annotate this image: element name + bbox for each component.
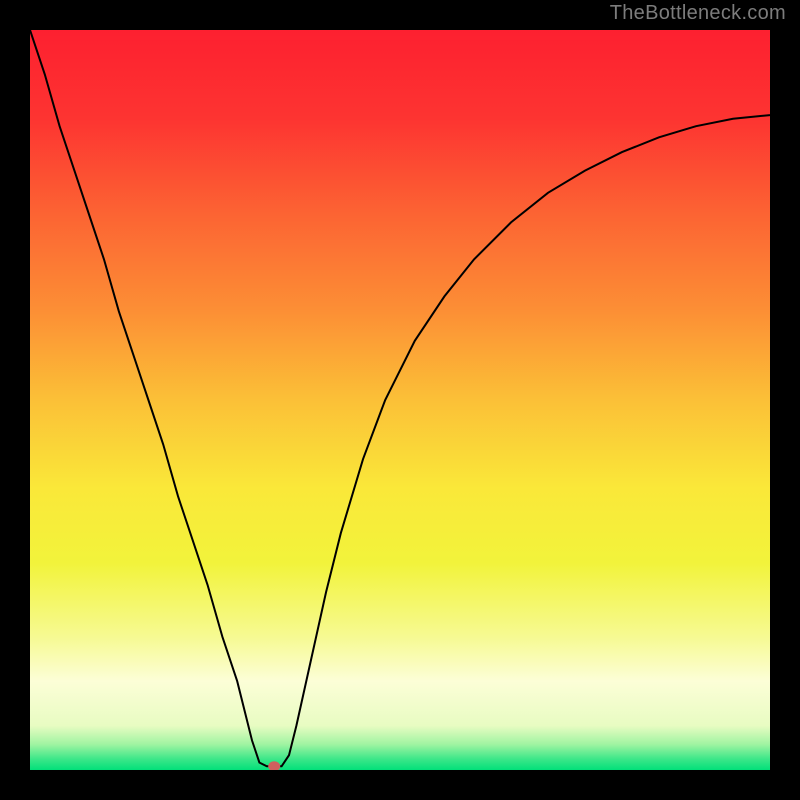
- chart-svg: [30, 30, 770, 770]
- gradient-rect: [30, 30, 770, 770]
- chart-frame: TheBottleneck.com: [0, 0, 800, 800]
- plot-area: [30, 30, 770, 770]
- watermark-text: TheBottleneck.com: [610, 2, 786, 25]
